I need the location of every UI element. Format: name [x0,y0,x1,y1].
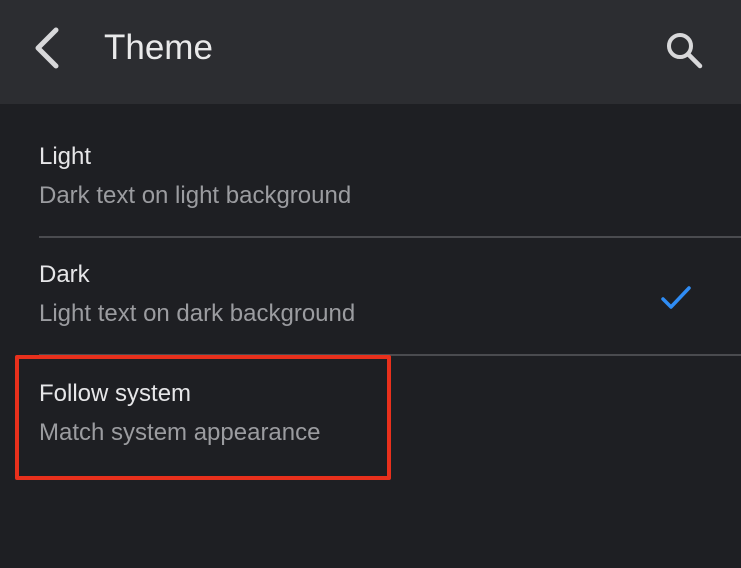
theme-option-follow-system[interactable]: Follow system Match system appearance [0,354,741,472]
checkmark-icon [661,286,691,309]
option-label: Light [39,143,92,170]
option-label: Follow system [39,380,192,407]
option-description: Match system appearance [39,419,321,446]
theme-settings-screen: Theme Light Dark text on light backgroun… [0,0,741,568]
theme-option-dark[interactable]: Dark Light text on dark background [0,236,741,354]
option-label: Dark [39,261,90,288]
search-button[interactable] [660,26,708,74]
theme-option-light[interactable]: Light Dark text on light background [0,118,741,236]
page-title: Theme [104,28,213,67]
search-icon [667,33,703,69]
option-description: Dark text on light background [39,182,352,209]
option-description: Light text on dark background [39,300,356,327]
top-app-bar: Theme [0,0,741,104]
back-button[interactable] [22,22,74,74]
chevron-left-icon [35,27,59,69]
